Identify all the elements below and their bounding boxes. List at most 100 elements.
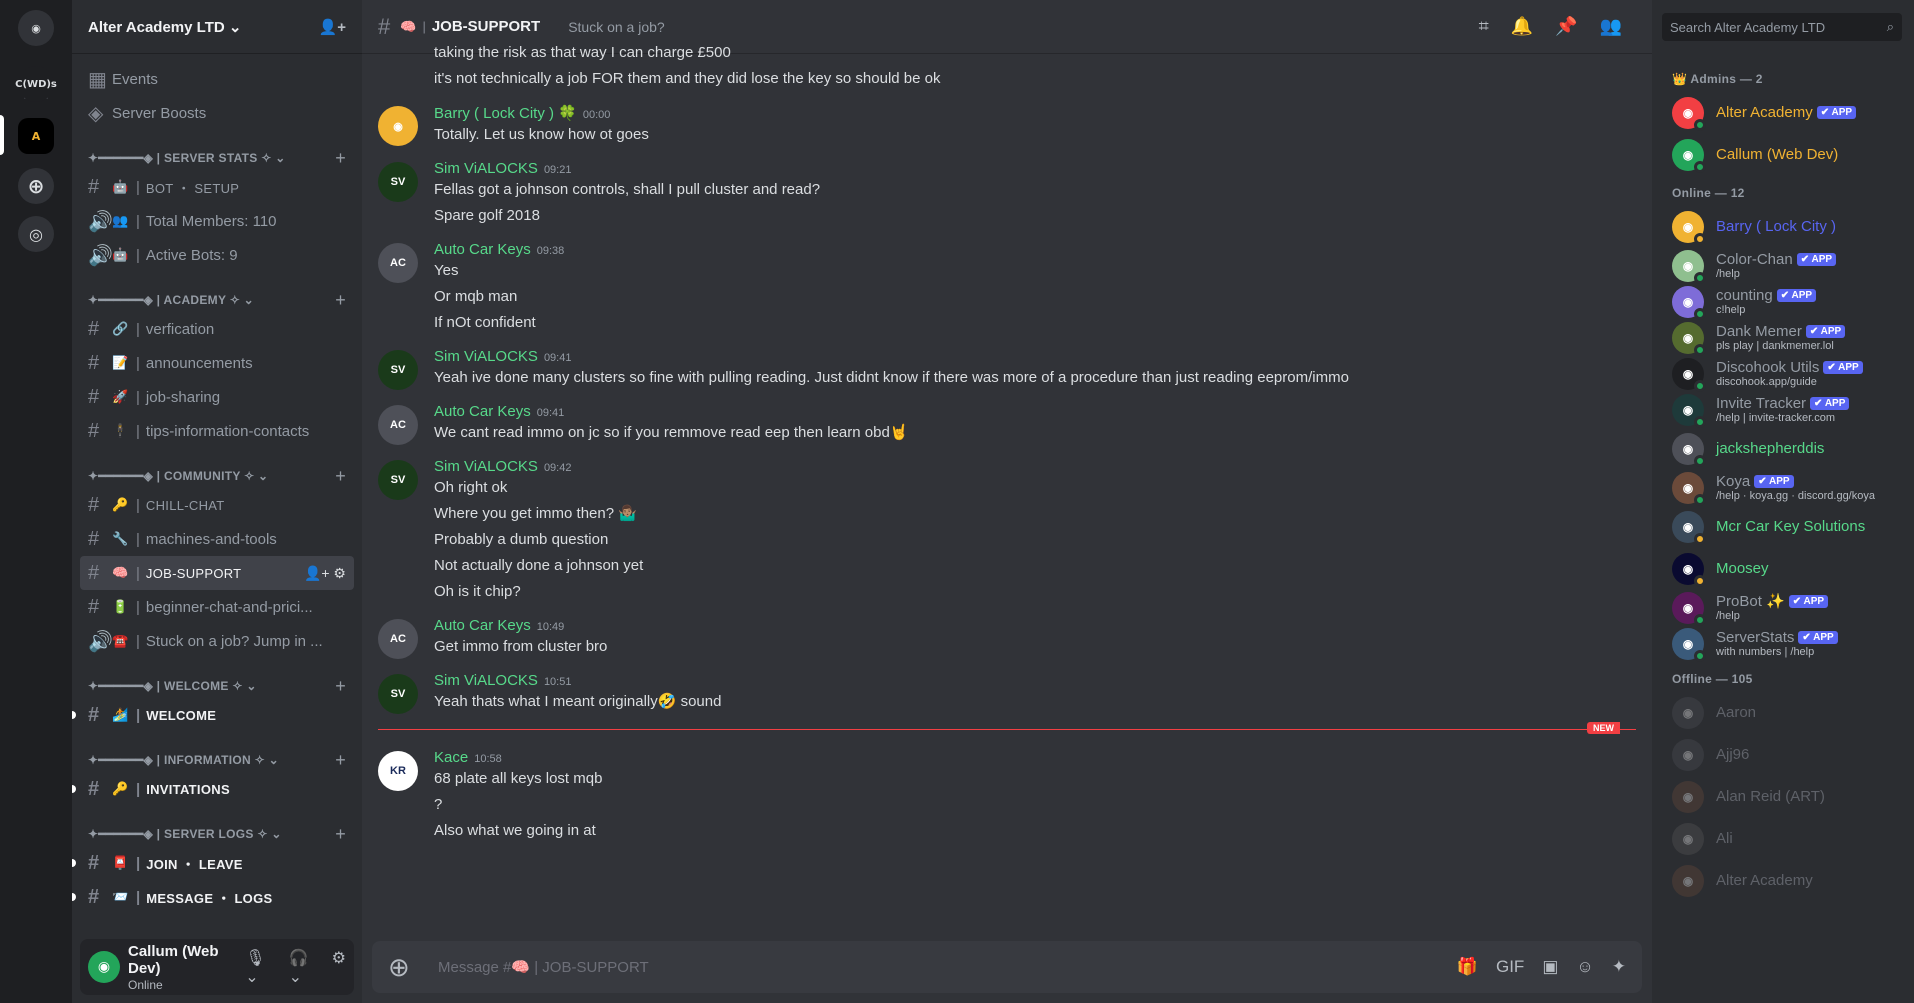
user-avatar[interactable]: ◉ xyxy=(88,951,120,983)
member-item[interactable]: ◉ Dank Memer ✔ APP pls play | dankmemer.lol xyxy=(1672,320,1906,356)
channel-item[interactable]: # 🚀 | job-sharing xyxy=(80,380,354,414)
author-name[interactable]: Auto Car Keys xyxy=(434,241,531,258)
member-item[interactable]: ◉ Ajj96 xyxy=(1672,734,1906,776)
channel-item[interactable]: # 🔑 | INVITATIONS xyxy=(72,772,354,806)
author-name[interactable]: Auto Car Keys xyxy=(434,403,531,420)
author-avatar[interactable]: ◉ xyxy=(378,106,418,146)
channel-item[interactable]: # 🔋 | beginner-chat-and-prici... xyxy=(80,590,354,624)
separator: | xyxy=(136,320,140,338)
channel-category[interactable]: ✦━━━━━━◈ | WELCOME ✧ ⌄ + xyxy=(80,674,354,698)
invite-people-icon[interactable]: 👤+ xyxy=(319,18,346,36)
member-item[interactable]: ◉ Discohook Utils ✔ APP discohook.app/guide xyxy=(1672,356,1906,392)
member-item[interactable]: ◉ Ali xyxy=(1672,818,1906,860)
member-item[interactable]: ◉ Invite Tracker ✔ APP/help | invite-track… xyxy=(1672,392,1906,428)
headphones-icon[interactable]: 🎧⌄ xyxy=(289,948,318,986)
channel-item[interactable]: # 🤖 | BOT ・ SETUP xyxy=(80,170,354,204)
member-activity: /help xyxy=(1716,268,1740,281)
author-avatar[interactable]: SV xyxy=(378,162,418,202)
channel-item[interactable]: # 🔑 | CHILL-CHAT xyxy=(80,488,354,522)
notification-bell-icon[interactable]: 🔔 xyxy=(1511,16,1533,37)
author-avatar[interactable]: AC xyxy=(378,405,418,445)
author-avatar[interactable]: SV xyxy=(378,350,418,390)
gift-icon[interactable]: 🎁 xyxy=(1457,957,1478,977)
message-input[interactable]: Message #🧠 | JOB-SUPPORT xyxy=(438,958,649,976)
member-item[interactable]: ◉ Alter Academy ✔ APP xyxy=(1672,92,1906,134)
channel-item[interactable]: 🔊 ☎️ | Stuck on a job? Jump in ... xyxy=(80,624,354,658)
server-icon-alter-academy[interactable]: A xyxy=(18,118,54,154)
gif-icon[interactable]: GIF xyxy=(1496,957,1524,977)
add-channel-icon[interactable]: + xyxy=(335,676,346,697)
channel-category[interactable]: ✦━━━━━━◈ | ACADEMY ✧ ⌄ + xyxy=(80,288,354,312)
channel-item[interactable]: 🔊 👥 | Total Members: 110 xyxy=(80,204,354,238)
member-text: Moosey xyxy=(1716,560,1769,577)
author-avatar[interactable]: AC xyxy=(378,243,418,283)
author-avatar[interactable]: SV xyxy=(378,460,418,500)
author-name[interactable]: Sim ViALOCKS xyxy=(434,672,538,689)
upload-plus-icon[interactable]: ⊕ xyxy=(388,952,428,983)
member-item[interactable]: ◉ Aaron xyxy=(1672,692,1906,734)
author-avatar[interactable]: KR xyxy=(378,751,418,791)
add-server-icon[interactable]: ⊕ xyxy=(18,168,54,204)
search-input[interactable]: Search Alter Academy LTD ⌕ xyxy=(1662,13,1902,41)
member-item[interactable]: ◉ jackshepherddis xyxy=(1672,428,1906,470)
settings-gear-icon[interactable]: ⚙ xyxy=(332,948,346,986)
server-icon-cwds[interactable]: C(WD)s xyxy=(15,66,57,102)
apps-icon[interactable]: ✦ xyxy=(1612,957,1626,977)
member-avatar: ◉ xyxy=(1672,553,1706,587)
channel-item[interactable]: # 🔧 | machines-and-tools xyxy=(80,522,354,556)
add-channel-icon[interactable]: + xyxy=(335,290,346,311)
discord-home-icon[interactable]: ◉ xyxy=(18,10,54,46)
author-name[interactable]: Sim ViALOCKS xyxy=(434,160,538,177)
channel-item[interactable]: # 🧠 | JOB-SUPPORT 👤+ ⚙ xyxy=(80,556,354,590)
author-name[interactable]: Sim ViALOCKS xyxy=(434,458,538,475)
server-boosts-item[interactable]: ◈ Server Boosts xyxy=(80,96,354,130)
channel-item[interactable]: 🔊 🤖 | Active Bots: 9 xyxy=(80,238,354,272)
microphone-icon[interactable]: 🎙⌄ xyxy=(245,948,274,986)
sticker-icon[interactable]: ▣ xyxy=(1542,957,1558,977)
member-item[interactable]: ◉ Koya ✔ APP/help · koya.gg · discord.gg/k… xyxy=(1672,470,1906,506)
member-item[interactable]: ◉ Barry ( Lock City ) xyxy=(1672,206,1906,248)
events-item[interactable]: ▦ Events xyxy=(80,62,354,96)
member-item[interactable]: ◉ counting ✔ APP c!help xyxy=(1672,284,1906,320)
member-item[interactable]: ◉ Color-Chan ✔ APP/help xyxy=(1672,248,1906,284)
member-item[interactable]: ◉ ServerStats ✔ APP with numbers | /help xyxy=(1672,626,1906,662)
member-item[interactable]: ◉ Callum (Web Dev) xyxy=(1672,134,1906,176)
channel-category[interactable]: ✦━━━━━━◈ | INFORMATION ✧ ⌄ + xyxy=(80,748,354,772)
channel-category[interactable]: ✦━━━━━━◈ | COMMUNITY ✧ ⌄ + xyxy=(80,464,354,488)
member-item[interactable]: ◉ Alter Academy xyxy=(1672,860,1906,902)
member-name-text: ServerStats xyxy=(1716,629,1795,647)
author-avatar[interactable]: SV xyxy=(378,674,418,714)
channel-settings-icon[interactable]: 👤+ ⚙ xyxy=(304,565,346,582)
add-channel-icon[interactable]: + xyxy=(335,750,346,771)
add-channel-icon[interactable]: + xyxy=(335,824,346,845)
channel-category[interactable]: ✦━━━━━━◈ | SERVER LOGS ✧ ⌄ + xyxy=(80,822,354,846)
channel-item[interactable]: # 📝 | announcements xyxy=(80,346,354,380)
add-channel-icon[interactable]: + xyxy=(335,466,346,487)
channel-item[interactable]: # 🏄 | WELCOME xyxy=(72,698,354,732)
pin-icon[interactable]: 📌 xyxy=(1555,16,1577,37)
channel-category[interactable]: ✦━━━━━━◈ | SERVER STATS ✧ ⌄ + xyxy=(80,146,354,170)
author-avatar[interactable]: AC xyxy=(378,619,418,659)
member-item[interactable]: ◉ Moosey xyxy=(1672,548,1906,590)
channel-item[interactable]: # 🔗 | verfication xyxy=(80,312,354,346)
channel-item[interactable]: # 📨 | MESSAGE ・ LOGS xyxy=(72,880,354,914)
discover-icon[interactable]: ◎ xyxy=(18,216,54,252)
threads-icon[interactable]: ⌗ xyxy=(1479,16,1489,37)
channel-item[interactable]: # 📮 | JOIN ・ LEAVE xyxy=(72,846,354,880)
message-composer[interactable]: ⊕ Message #🧠 | JOB-SUPPORT 🎁 GIF ▣ ☺ ✦ xyxy=(372,941,1642,993)
member-item[interactable]: ◉ Alan Reid (ART) xyxy=(1672,776,1906,818)
guild-header[interactable]: Alter Academy LTD ⌄ 👤+ xyxy=(72,0,362,54)
member-item[interactable]: ◉ ProBot ✨ ✔ APP/help xyxy=(1672,590,1906,626)
add-channel-icon[interactable]: + xyxy=(335,148,346,169)
author-name[interactable]: Kace xyxy=(434,749,468,766)
author-name[interactable]: Barry ( Lock City ) 🍀 xyxy=(434,105,577,122)
channel-item[interactable]: # 🕴 | tips-information-contacts xyxy=(80,414,354,448)
author-name[interactable]: Sim ViALOCKS xyxy=(434,348,538,365)
member-item[interactable]: ◉ Mcr Car Key Solutions xyxy=(1672,506,1906,548)
channel-name: CHILL-CHAT xyxy=(145,497,225,513)
member-name: Dank Memer ✔ APP xyxy=(1716,323,1846,340)
author-name[interactable]: Auto Car Keys xyxy=(434,617,531,634)
member-text: Ajj96 xyxy=(1716,746,1749,763)
emoji-icon[interactable]: ☺ xyxy=(1576,957,1593,977)
member-list-icon[interactable]: 👥 xyxy=(1600,16,1622,37)
